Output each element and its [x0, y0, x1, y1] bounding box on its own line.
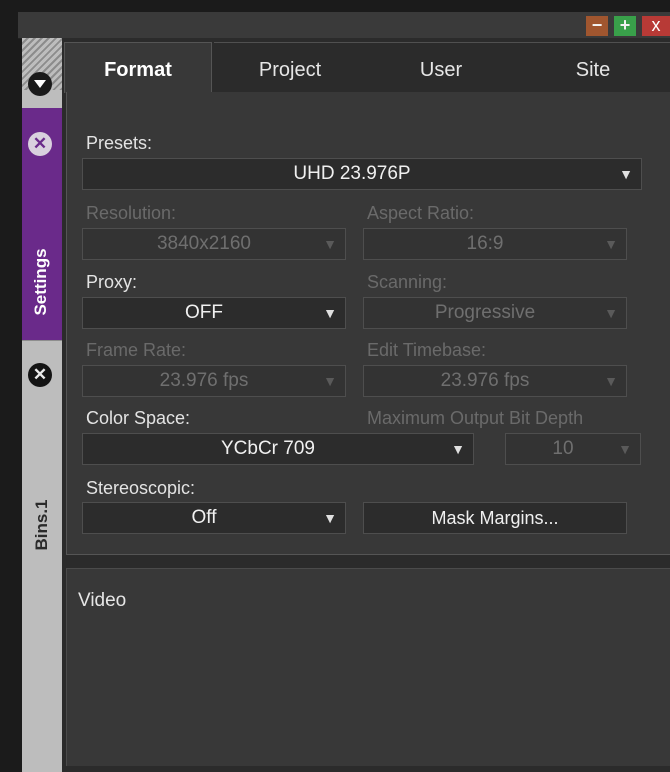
title-bar	[18, 12, 670, 39]
presets-value: UHD 23.976P	[293, 163, 411, 184]
proxy-dropdown[interactable]: OFF ▼	[82, 297, 346, 329]
max-bit-depth-label: Maximum Output Bit Depth	[367, 408, 584, 428]
frame-rate-value: 23.976 fps	[159, 370, 249, 391]
edit-timebase-value: 23.976 fps	[440, 370, 530, 391]
scanning-value: Progressive	[434, 302, 536, 323]
chevron-down-icon: ▼	[323, 373, 337, 389]
edit-timebase-label: Edit Timebase:	[367, 340, 487, 360]
close-bins-tab-icon[interactable]: ✕	[28, 363, 52, 387]
video-section	[66, 568, 670, 768]
edit-timebase-dropdown[interactable]: 23.976 fps ▼	[363, 365, 627, 397]
tab-format[interactable]: Format	[64, 42, 212, 93]
stereoscopic-label: Stereoscopic:	[86, 478, 196, 498]
tab-site[interactable]: Site	[516, 42, 670, 93]
side-tab-bins-label: Bins.1	[32, 499, 51, 551]
tab-project[interactable]: Project	[214, 42, 366, 93]
chevron-down-icon: ▼	[323, 510, 337, 526]
stereoscopic-dropdown[interactable]: Off ▼	[82, 502, 346, 534]
stereoscopic-value: Off	[191, 507, 217, 528]
chevron-down-icon: ▼	[451, 441, 465, 457]
chevron-down-icon: ▼	[323, 236, 337, 252]
presets-dropdown[interactable]: UHD 23.976P ▼	[82, 158, 642, 190]
side-tab-settings-label: Settings	[31, 248, 50, 316]
aspect-ratio-dropdown[interactable]: 16:9 ▼	[363, 228, 627, 260]
close-settings-tab-icon[interactable]: ✕	[28, 132, 52, 156]
chevron-down-icon: ▼	[604, 305, 618, 321]
tab-menu-dropdown-icon[interactable]	[28, 72, 52, 96]
chevron-down-icon: ▼	[618, 441, 632, 457]
max-bit-depth-dropdown[interactable]: 10 ▼	[505, 433, 641, 465]
chevron-down-icon: ▼	[604, 236, 618, 252]
mask-margins-button[interactable]: Mask Margins...	[363, 502, 627, 534]
aspect-ratio-label: Aspect Ratio:	[367, 203, 475, 223]
close-button[interactable]: x	[642, 16, 670, 36]
frame-rate-dropdown[interactable]: 23.976 fps ▼	[82, 365, 346, 397]
chevron-down-icon: ▼	[604, 373, 618, 389]
frame-rate-label: Frame Rate:	[86, 340, 187, 360]
panel-bottom-edge	[62, 766, 670, 772]
video-section-title: Video	[78, 590, 127, 611]
maximize-button[interactable]: +	[614, 16, 636, 36]
aspect-ratio-value: 16:9	[466, 233, 504, 254]
settings-tabs: Format Project User Site	[62, 42, 670, 93]
resolution-label: Resolution:	[86, 203, 177, 223]
scanning-label: Scanning:	[367, 272, 448, 292]
color-space-dropdown[interactable]: YCbCr 709 ▼	[82, 433, 474, 465]
chevron-down-icon: ▼	[323, 305, 337, 321]
chevron-down-icon: ▼	[619, 166, 633, 182]
minimize-button[interactable]: −	[586, 16, 608, 36]
proxy-value: OFF	[185, 302, 223, 323]
presets-label: Presets:	[86, 133, 153, 153]
resolution-value: 3840x2160	[156, 233, 252, 254]
resolution-dropdown[interactable]: 3840x2160 ▼	[82, 228, 346, 260]
proxy-label: Proxy:	[86, 272, 138, 292]
color-space-label: Color Space:	[86, 408, 191, 428]
color-space-value: YCbCr 709	[221, 438, 315, 459]
scanning-dropdown[interactable]: Progressive ▼	[363, 297, 627, 329]
tab-user[interactable]: User	[366, 42, 516, 93]
